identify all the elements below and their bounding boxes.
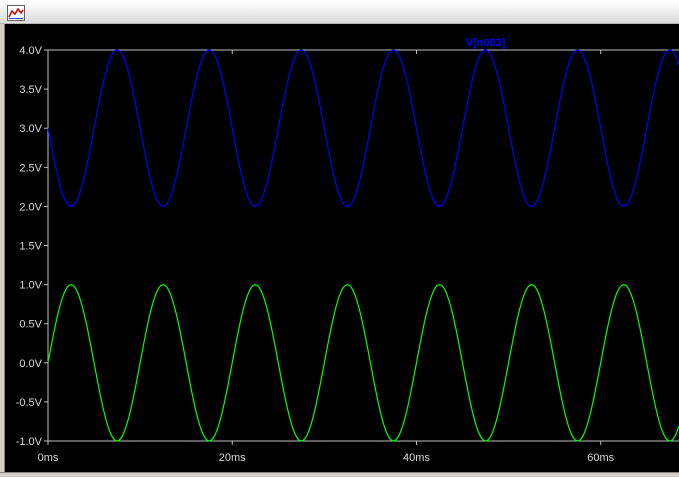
- y-tick: 4.0V: [19, 45, 48, 57]
- y-tick-label: 2.0V: [19, 201, 42, 213]
- plot-frame: [47, 49, 679, 442]
- waveform-plot[interactable]: 4.0V 3.5V 3.0V 2.5V 2.0V 1.5V 1.0V 0.5V 0.0V -0.5…: [0, 0, 679, 477]
- y-tick: 1.5V: [19, 241, 48, 253]
- x-tick-label: 60ms: [587, 452, 614, 464]
- y-tick-label: 0.5V: [19, 319, 42, 331]
- y-tick-label: 4.0V: [19, 45, 42, 57]
- y-tick-label: 3.5V: [19, 84, 42, 96]
- y-tick: 3.5V: [19, 84, 48, 96]
- y-tick: -0.5V: [16, 397, 48, 409]
- y-tick: 3.0V: [19, 123, 48, 135]
- y-tick-label: 1.0V: [19, 280, 42, 292]
- y-tick-label: 0.0V: [19, 358, 42, 370]
- trace-label[interactable]: V[n003]: [466, 37, 506, 49]
- y-tick-label: 2.5V: [19, 162, 42, 174]
- x-tick-label: 0ms: [38, 452, 59, 464]
- y-tick-label: -0.5V: [16, 397, 43, 409]
- y-tick-label: 3.0V: [19, 123, 42, 135]
- x-tick-label: 40ms: [403, 452, 430, 464]
- y-tick: 1.0V: [19, 280, 48, 292]
- y-tick-label: -1.0V: [16, 436, 43, 448]
- x-tick-label: 20ms: [219, 452, 246, 464]
- y-tick: 0.5V: [19, 319, 48, 331]
- y-tick: 0.0V: [19, 358, 48, 370]
- y-tick-label: 1.5V: [19, 241, 42, 253]
- window-bottom-frame: [0, 472, 679, 477]
- y-tick: -1.0V: [16, 436, 48, 448]
- y-tick: 2.5V: [19, 162, 48, 174]
- y-tick: 2.0V: [19, 201, 48, 213]
